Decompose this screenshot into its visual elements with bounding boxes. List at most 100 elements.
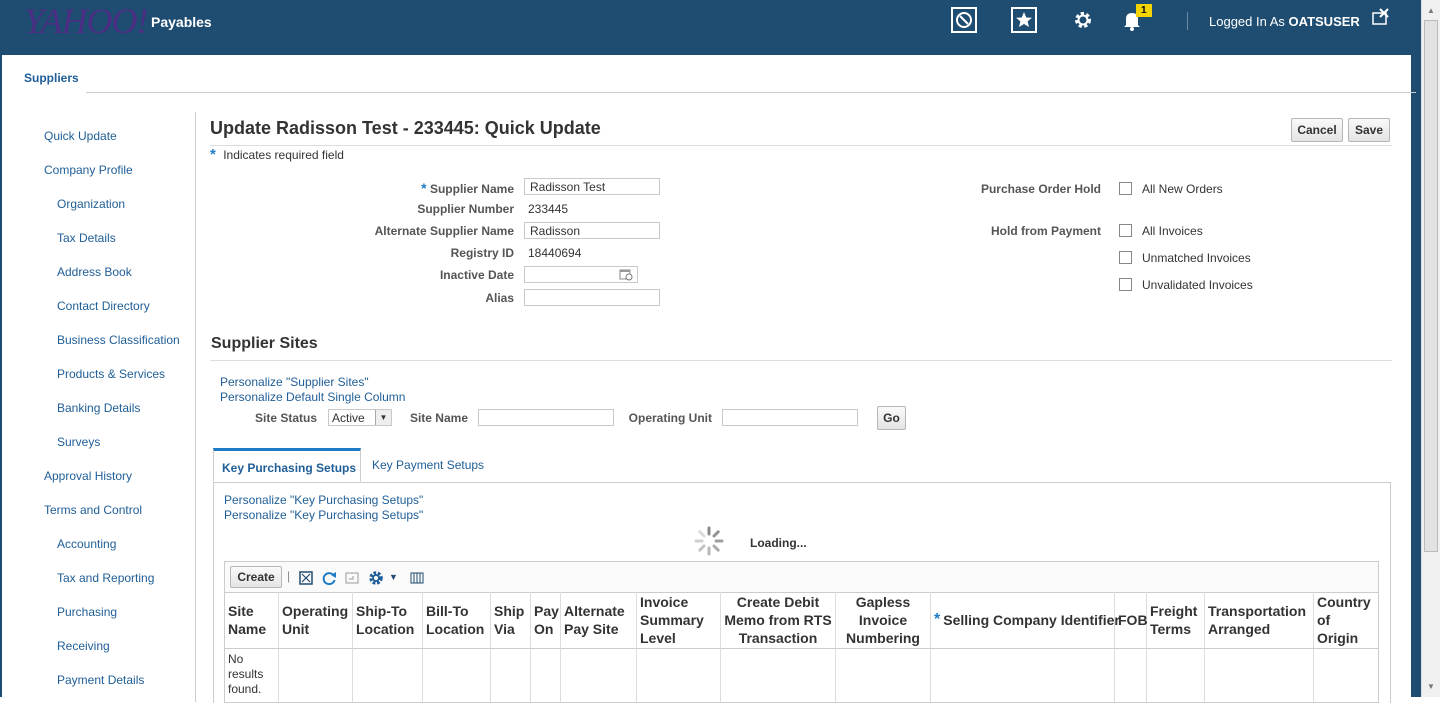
table-cell (1205, 649, 1314, 702)
notification-count-badge: 1 (1136, 4, 1152, 17)
cancel-button[interactable]: Cancel (1291, 118, 1343, 142)
logged-in-user: OATSUSER (1288, 14, 1360, 29)
sidebar-item-business-classification[interactable]: Business Classification (57, 333, 180, 347)
column-header-ship-via[interactable]: Ship Via (491, 592, 531, 649)
alias-input[interactable] (524, 289, 660, 306)
column-header-alternate-pay-site[interactable]: Alternate Pay Site (561, 592, 637, 649)
hold-from-payment-label: Hold from Payment (990, 224, 1101, 238)
logged-in-prefix: Logged In As (1209, 14, 1285, 29)
refresh-icon[interactable] (321, 570, 337, 586)
logged-in-as: Logged In As OATSUSER (1209, 14, 1360, 29)
all-new-orders-checkbox[interactable] (1119, 182, 1132, 195)
site-name-input[interactable] (478, 409, 614, 426)
undo-icon[interactable] (344, 570, 360, 586)
app-title: Payables (151, 14, 212, 30)
tab-key-purchasing-setups-label: Key Purchasing Setups (222, 461, 357, 475)
sidebar-item-purchasing[interactable]: Purchasing (57, 605, 117, 619)
supplier-sites-table: Create | ▼ Site Name Operating Unit Ship… (224, 561, 1379, 703)
column-header-freight-terms[interactable]: Freight Terms (1147, 592, 1205, 649)
sidebar-item-surveys[interactable]: Surveys (57, 435, 100, 449)
table-toolbar: Create | ▼ (225, 562, 1378, 593)
sidebar-item-contact-directory[interactable]: Contact Directory (57, 299, 150, 313)
close-icon[interactable] (1370, 6, 1392, 28)
supplier-number-label: Supplier Number (417, 202, 514, 216)
go-button[interactable]: Go (877, 406, 906, 430)
toolbar-separator: | (287, 569, 291, 583)
scroll-up-arrow-icon[interactable]: ▲ (1427, 6, 1435, 15)
section-divider (210, 360, 1392, 361)
sidebar-item-payment-details[interactable]: Payment Details (57, 673, 144, 687)
create-button[interactable]: Create (230, 566, 282, 588)
column-header-site-name[interactable]: Site Name (225, 592, 279, 649)
favorites-star-icon[interactable] (1011, 7, 1037, 33)
calendar-icon[interactable] (619, 267, 633, 281)
detach-icon[interactable] (298, 570, 314, 586)
navigator-icon[interactable] (951, 7, 977, 33)
required-note-text: Indicates required field (223, 148, 344, 162)
sidebar-item-approval-history[interactable]: Approval History (44, 469, 132, 483)
unmatched-invoices-checkbox[interactable] (1119, 251, 1132, 264)
operating-unit-input[interactable] (722, 409, 858, 426)
tab-key-payment-setups[interactable]: Key Payment Setups (372, 458, 484, 472)
table-cell (561, 649, 637, 702)
column-header-gapless-invoice-numbering[interactable]: Gapless Invoice Numbering (836, 592, 931, 649)
personalize-key-purchasing-setups-link[interactable]: Personalize "Key Purchasing Setups" (224, 493, 423, 507)
yahoo-logo[interactable]: YAHOO! (24, 0, 148, 42)
column-header-bill-to-location[interactable]: Bill-To Location (423, 592, 491, 649)
column-header-transportation-arranged[interactable]: Transportation Arranged (1205, 592, 1314, 649)
table-cell (931, 649, 1115, 702)
sidebar-item-receiving[interactable]: Receiving (57, 639, 110, 653)
supplier-sites-title: Supplier Sites (211, 335, 318, 352)
column-header-invoice-summary-level[interactable]: Invoice Summary Level (637, 592, 721, 649)
sidebar-item-company-profile[interactable]: Company Profile (44, 163, 133, 177)
sidebar-item-quick-update[interactable]: Quick Update (44, 129, 117, 143)
site-status-select[interactable]: Active ▼ (328, 409, 392, 426)
column-header-fob[interactable]: FOB (1115, 592, 1148, 649)
sidebar-item-terms-and-control[interactable]: Terms and Control (44, 503, 142, 517)
sidebar-item-tax-and-reporting[interactable]: Tax and Reporting (57, 571, 154, 585)
column-header-ship-to-location[interactable]: Ship-To Location (353, 592, 423, 649)
column-header-operating-unit[interactable]: Operating Unit (279, 592, 353, 649)
table-cell (836, 649, 931, 702)
unvalidated-invoices-checkbox[interactable] (1119, 278, 1132, 291)
registry-id-label: Registry ID (450, 246, 514, 260)
supplier-number-value: 233445 (528, 202, 569, 216)
personalize-supplier-sites-link[interactable]: Personalize "Supplier Sites" (220, 375, 369, 389)
supplier-name-label: * Supplier Name (360, 180, 514, 196)
scrollbar-thumb[interactable] (1424, 20, 1438, 552)
operating-unit-label: Operating Unit (628, 411, 712, 425)
column-header-selling-company-identifier-text: Selling Company Identifier (943, 612, 1120, 628)
chevron-down-icon[interactable]: ▼ (389, 572, 398, 582)
top-header: YAHOO! Payables 1 Logged In As OATSUSER (0, 0, 1440, 55)
column-header-country-of-origin[interactable]: Country of Origin (1314, 592, 1378, 649)
tab-key-purchasing-setups[interactable]: Key Purchasing Setups (213, 448, 361, 482)
right-frame-border (1411, 55, 1421, 697)
personalize-default-single-column-link[interactable]: Personalize Default Single Column (220, 390, 405, 404)
column-header-selling-company-identifier[interactable]: * Selling Company Identifier (931, 592, 1120, 649)
sidebar-item-organization[interactable]: Organization (57, 197, 125, 211)
sidebar-item-address-book[interactable]: Address Book (57, 265, 132, 279)
required-star-icon: * (934, 611, 941, 628)
settings-gear-icon[interactable] (1070, 7, 1096, 33)
gear-icon[interactable] (367, 569, 385, 587)
tab-suppliers[interactable]: Suppliers (24, 71, 79, 85)
all-invoices-checkbox[interactable] (1119, 224, 1132, 237)
column-header-create-debit-memo[interactable]: Create Debit Memo from RTS Transaction (721, 592, 836, 649)
unvalidated-invoices-label: Unvalidated Invoices (1142, 278, 1253, 292)
scroll-down-arrow-icon[interactable]: ▼ (1427, 682, 1435, 691)
sidebar-item-accounting[interactable]: Accounting (57, 537, 116, 551)
personalize-key-purchasing-setups-link-2[interactable]: Personalize "Key Purchasing Setups" (224, 508, 423, 522)
sidebar-item-tax-details[interactable]: Tax Details (57, 231, 116, 245)
sidebar-item-banking-details[interactable]: Banking Details (57, 401, 140, 415)
table-cell (491, 649, 531, 702)
sidebar: Quick Update Company Profile Organizatio… (13, 112, 196, 702)
columns-icon[interactable] (409, 570, 425, 586)
column-header-pay-on[interactable]: Pay On (531, 592, 561, 649)
save-button[interactable]: Save (1348, 118, 1390, 142)
supplier-name-input[interactable]: Radisson Test (524, 178, 660, 195)
sidebar-item-products-services[interactable]: Products & Services (57, 367, 165, 381)
all-new-orders-label: All New Orders (1142, 182, 1223, 196)
alternate-supplier-name-input[interactable]: Radisson (524, 222, 660, 239)
table-cell (353, 649, 423, 702)
chevron-down-icon[interactable]: ▼ (375, 410, 391, 425)
